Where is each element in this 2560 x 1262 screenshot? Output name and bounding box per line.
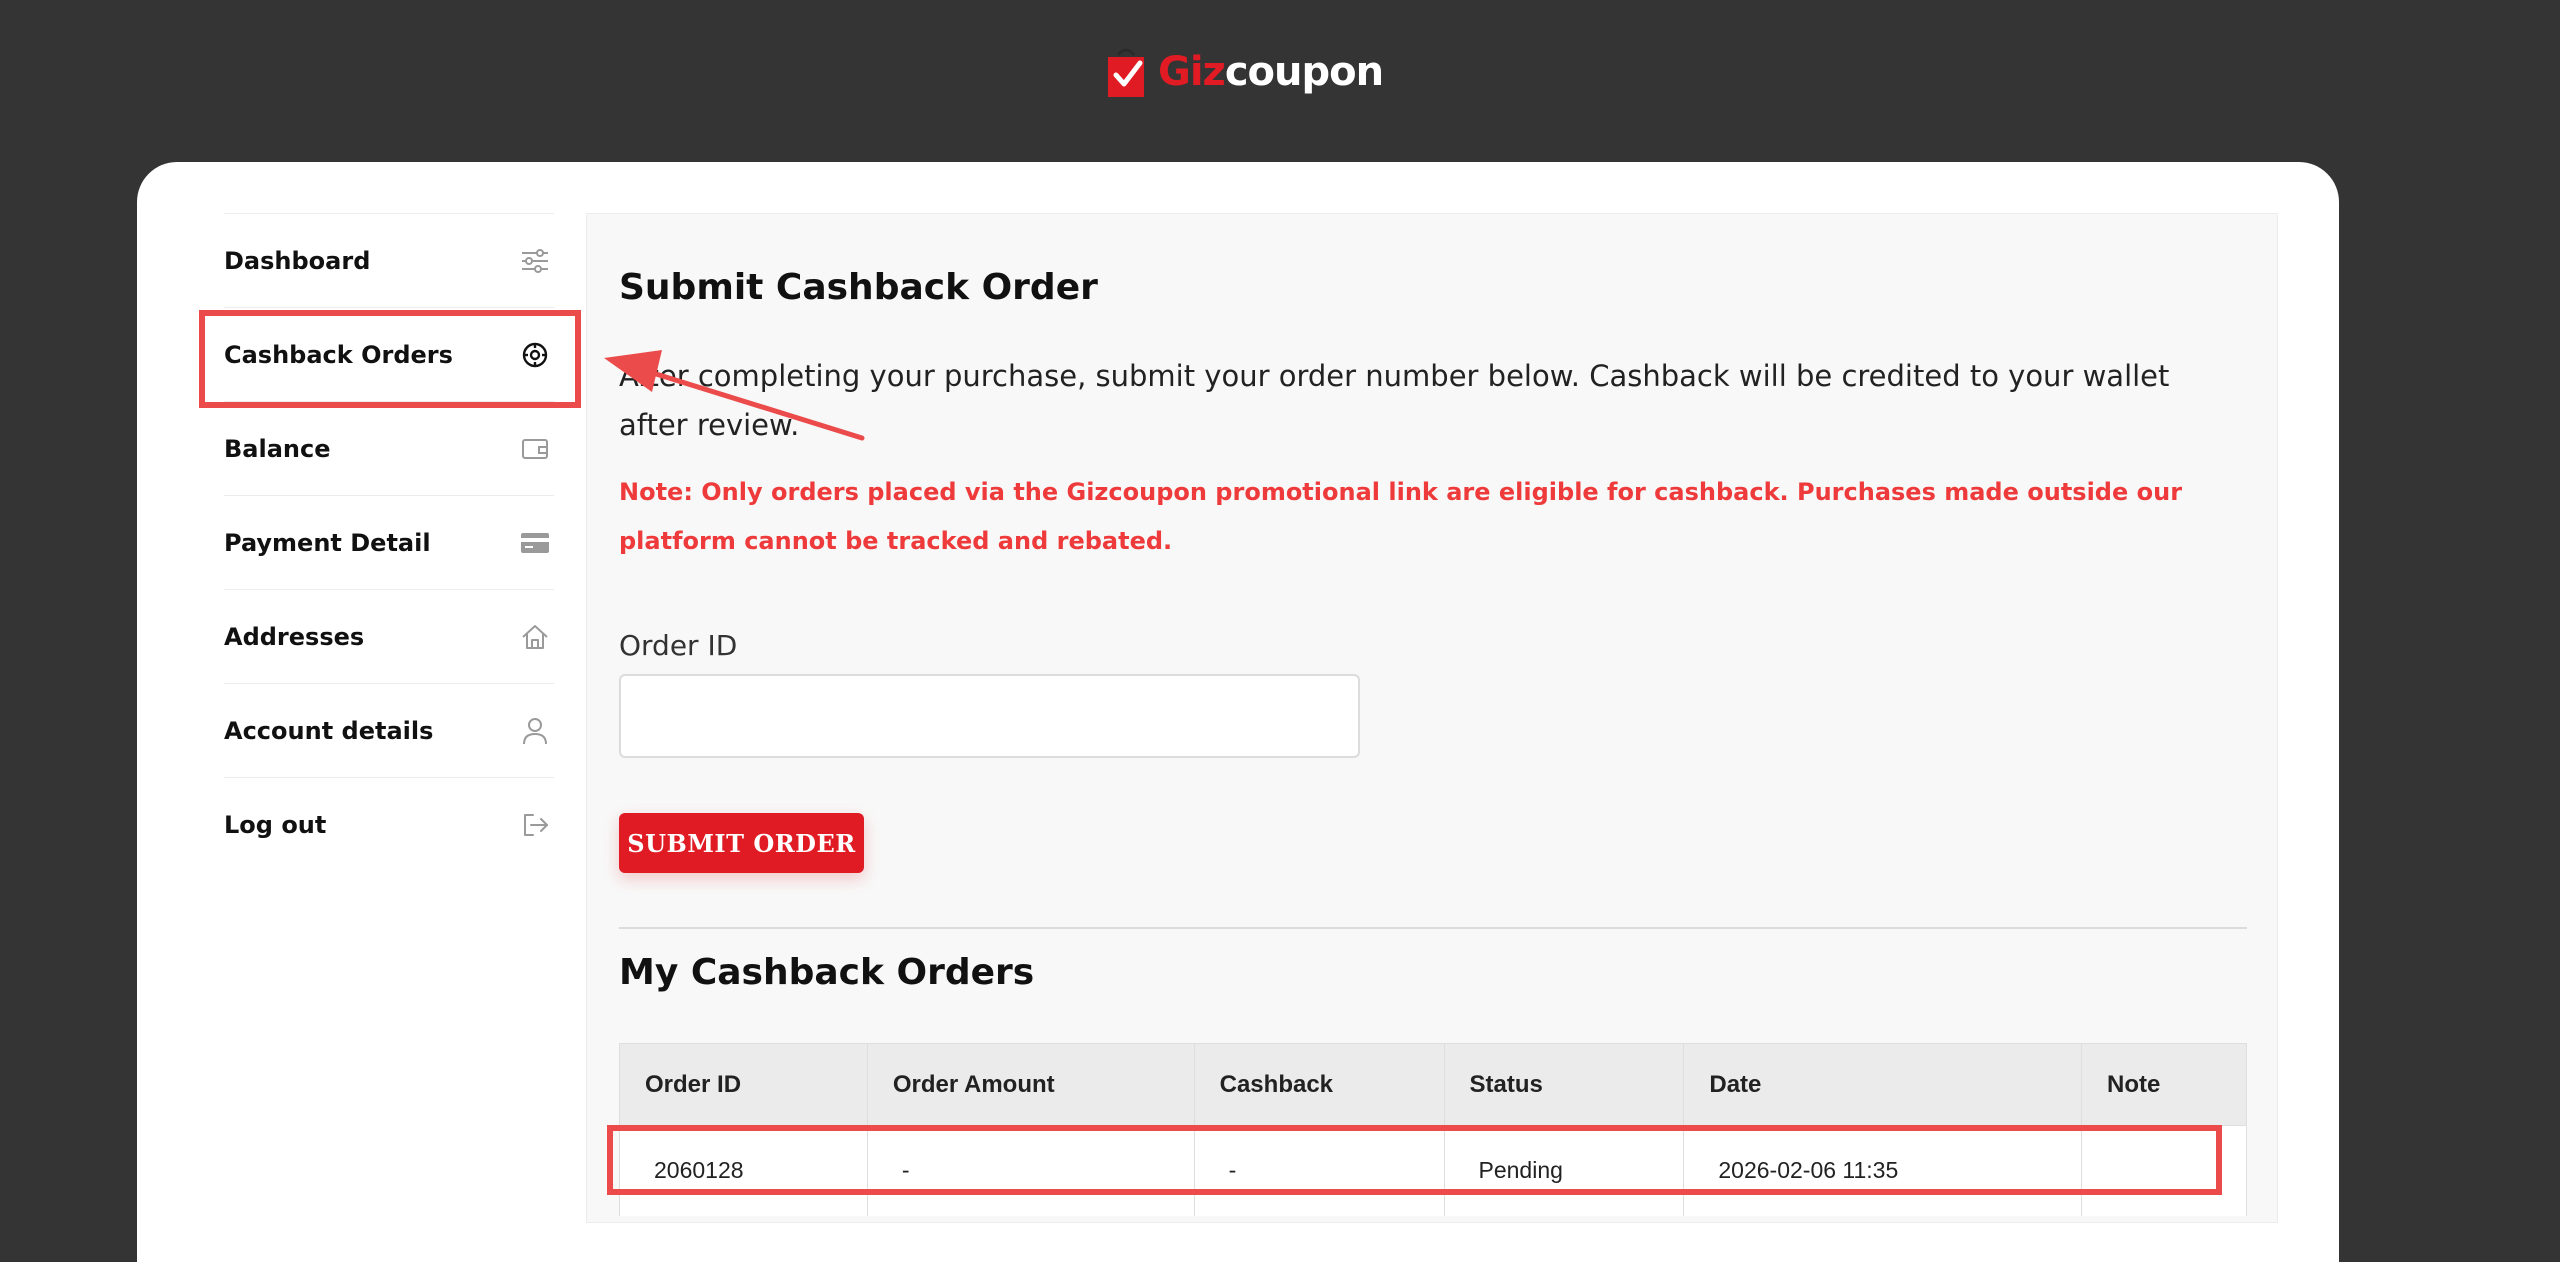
site-header: Gizcoupon [0, 0, 2560, 162]
cell-status: Pending [1443, 1125, 1685, 1216]
home-icon [520, 622, 550, 652]
table-header-row: Order ID Order Amount Cashback Status Da… [619, 1043, 2247, 1126]
shopping-bag-check-icon [1108, 48, 1144, 97]
eligibility-note: Note: Only orders placed via the Gizcoup… [619, 478, 2183, 555]
sidebar-item-label: Addresses [224, 622, 365, 651]
gear-badge-icon [520, 340, 550, 370]
cell-cashback: - [1193, 1125, 1445, 1216]
cashback-content-panel: Submit Cashback Order After completing y… [586, 213, 2278, 1223]
sliders-icon [520, 246, 550, 276]
sidebar-item-label: Balance [224, 434, 331, 463]
sidebar-item-payment-detail[interactable]: Payment Detail [224, 495, 554, 589]
column-header-order-amount: Order Amount [866, 1043, 1195, 1126]
sidebar-item-addresses[interactable]: Addresses [224, 589, 554, 683]
order-id-label: Order ID [619, 629, 738, 662]
credit-card-icon [520, 528, 550, 558]
user-icon [520, 716, 550, 746]
column-header-order-id: Order ID [619, 1043, 868, 1126]
sidebar-item-cashback-orders[interactable]: Cashback Orders [224, 307, 554, 401]
submit-order-button[interactable]: SUBMIT ORDER [619, 813, 864, 873]
sidebar-item-dashboard[interactable]: Dashboard [224, 213, 554, 307]
order-id-input[interactable] [619, 674, 1360, 758]
wallet-icon [520, 434, 550, 464]
sidebar-item-label: Cashback Orders [224, 340, 453, 369]
cashback-orders-table: Order ID Order Amount Cashback Status Da… [619, 1043, 2247, 1216]
column-header-cashback: Cashback [1193, 1043, 1445, 1126]
cell-order-id: 2060128 [619, 1125, 868, 1216]
sidebar-item-label: Log out [224, 810, 327, 839]
brand-name: Gizcoupon [1158, 49, 1384, 95]
account-sidebar: Dashboard Cashback Orders Balance Paymen… [224, 213, 554, 871]
page-title: Submit Cashback Order [619, 267, 1098, 308]
sidebar-item-label: Payment Detail [224, 528, 431, 557]
column-header-note: Note [2081, 1043, 2247, 1126]
section-divider [619, 927, 2247, 929]
sidebar-item-log-out[interactable]: Log out [224, 777, 554, 871]
orders-section-title: My Cashback Orders [619, 952, 1035, 993]
sidebar-item-label: Dashboard [224, 246, 371, 275]
logout-icon [520, 810, 550, 840]
cell-note [2081, 1125, 2247, 1216]
sidebar-item-account-details[interactable]: Account details [224, 683, 554, 777]
column-header-date: Date [1683, 1043, 2083, 1126]
cell-date: 2026-02-06 11:35 [1683, 1125, 2083, 1216]
sidebar-item-balance[interactable]: Balance [224, 401, 554, 495]
column-header-status: Status [1443, 1043, 1685, 1126]
cell-order-amount: - [866, 1125, 1195, 1216]
sidebar-item-label: Account details [224, 716, 434, 745]
table-row: 2060128 - - Pending 2026-02-06 11:35 [619, 1125, 2247, 1216]
intro-text: After completing your purchase, submit y… [619, 359, 2170, 442]
gizcoupon-logo[interactable]: Gizcoupon [1104, 44, 1384, 100]
